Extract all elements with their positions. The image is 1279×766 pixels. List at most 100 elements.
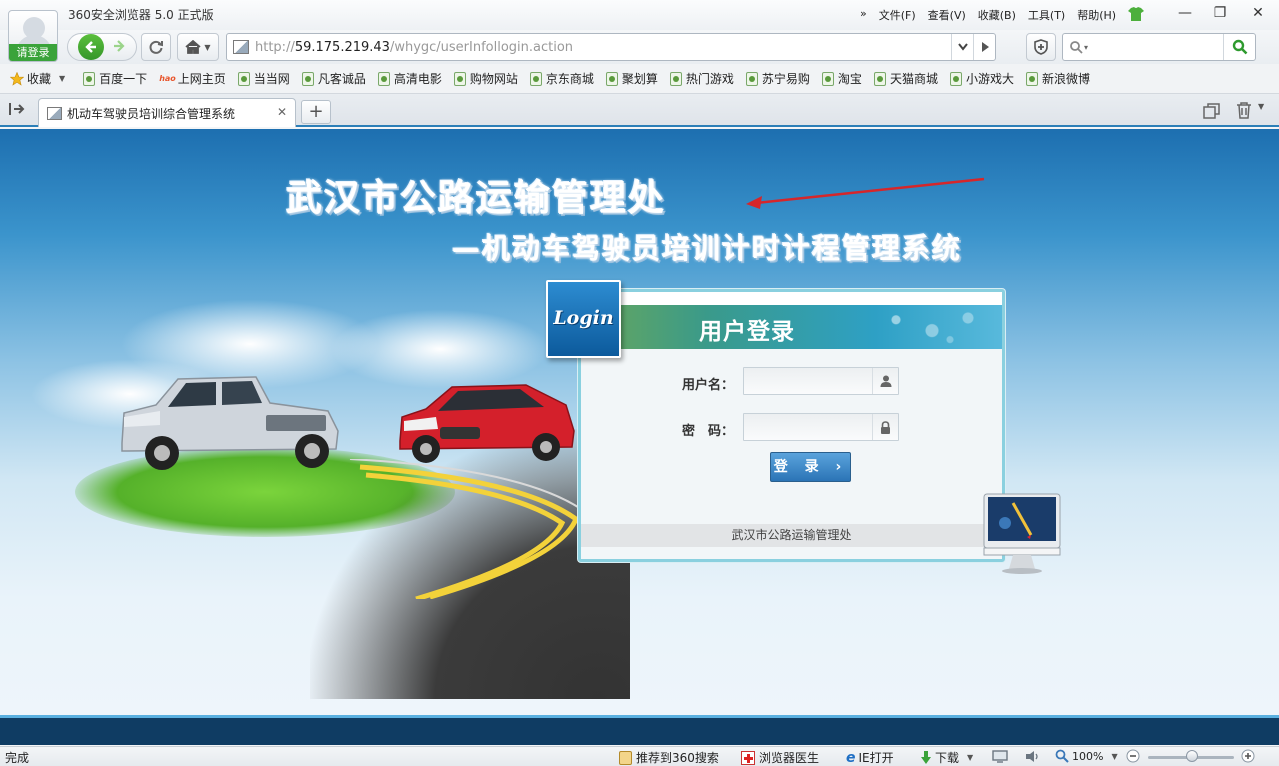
bookmark-item[interactable]: 天猫商城 bbox=[873, 70, 938, 87]
navigation-bar: ▼ http:// 59.175.219.43 /whygc/userInfol… bbox=[0, 30, 1279, 64]
page-subheadline: —机动车驾驶员培训计时计程管理系统 bbox=[452, 232, 963, 265]
menu-file[interactable]: 文件(F) bbox=[879, 7, 916, 24]
zoom-in-icon[interactable] bbox=[1241, 749, 1255, 763]
download-arrow-icon bbox=[921, 750, 931, 764]
page-favicon-icon bbox=[47, 106, 62, 120]
tab-close-icon[interactable]: ✕ bbox=[277, 105, 287, 119]
bookmark-item[interactable]: 当当网 bbox=[237, 70, 290, 87]
menu-favorites[interactable]: 收藏(B) bbox=[978, 7, 1016, 24]
close-button[interactable]: ✕ bbox=[1243, 2, 1273, 24]
login-badge: Login bbox=[546, 280, 621, 358]
address-dropdown-icon[interactable] bbox=[951, 34, 973, 60]
login-label[interactable]: 请登录 bbox=[9, 44, 57, 61]
status-bar: 完成 推荐到360搜索 浏览器医生 e IE打开 下载 ▼ 100% ▼ bbox=[0, 746, 1279, 766]
address-bar[interactable]: http:// 59.175.219.43 /whygc/userInfollo… bbox=[226, 33, 996, 61]
recommend-360-search[interactable]: 推荐到360搜索 bbox=[619, 749, 719, 766]
login-panel: Login 用户登录 用户名： 密 码： 登 录 › 武汉市公路运输管理处 bbox=[546, 280, 1005, 562]
home-icon bbox=[185, 40, 202, 54]
bookmark-page-icon bbox=[821, 71, 834, 86]
username-input[interactable] bbox=[747, 371, 871, 391]
page-favicon-icon bbox=[233, 40, 249, 54]
speaker-icon[interactable] bbox=[1025, 750, 1041, 763]
page-headline: 武汉市公路运输管理处 bbox=[286, 178, 667, 219]
menu-tools[interactable]: 工具(T) bbox=[1028, 7, 1065, 24]
forward-button[interactable] bbox=[112, 39, 126, 56]
zoom-out-icon[interactable] bbox=[1126, 749, 1140, 763]
username-field bbox=[743, 367, 899, 395]
browser-doctor[interactable]: 浏览器医生 bbox=[741, 749, 819, 766]
bookmark-item[interactable]: 京东商城 bbox=[529, 70, 594, 87]
first-aid-icon bbox=[741, 750, 755, 765]
ie-open-button[interactable]: e IE打开 bbox=[846, 749, 894, 766]
tab-bar: 机动车驾驶员培训综合管理系统 ✕ + ▼ bbox=[0, 94, 1279, 127]
bookmark-page-icon bbox=[301, 71, 314, 86]
bookmark-item[interactable]: 小游戏大 bbox=[949, 70, 1014, 87]
star-icon bbox=[10, 71, 24, 86]
menu-more-icon[interactable]: » bbox=[860, 7, 867, 24]
bookmark-item[interactable]: 百度一下 bbox=[83, 70, 147, 87]
bookmark-page-icon bbox=[745, 71, 758, 86]
bookmark-item[interactable]: 高清电影 bbox=[377, 70, 442, 87]
tab-active[interactable]: 机动车驾驶员培训综合管理系统 ✕ bbox=[38, 98, 296, 127]
bubbles-decoration bbox=[872, 309, 992, 345]
red-arrow-annotation bbox=[746, 177, 985, 209]
app-title: 360安全浏览器 5.0 正式版 bbox=[68, 8, 214, 22]
skin-shirt-icon[interactable] bbox=[1128, 7, 1145, 24]
bookmark-page-icon bbox=[605, 71, 618, 86]
password-label: 密 码： bbox=[682, 424, 735, 439]
menu-view[interactable]: 查看(V) bbox=[928, 7, 966, 24]
page-content: 武汉市公路运输管理处 —机动车驾驶员培训计时计程管理系统 Login 用户登录 … bbox=[0, 129, 1279, 715]
restore-button[interactable]: ❐ bbox=[1205, 2, 1235, 24]
sidebar-toggle-icon[interactable] bbox=[9, 102, 25, 119]
chevron-down-icon: ▼ bbox=[1111, 751, 1118, 761]
cloud-decoration bbox=[330, 309, 550, 389]
bookmark-item[interactable]: 聚划算 bbox=[605, 70, 658, 87]
refresh-button[interactable] bbox=[141, 33, 171, 61]
search-input[interactable] bbox=[1093, 37, 1219, 57]
back-button[interactable] bbox=[78, 34, 104, 60]
silver-pickup-truck-image bbox=[121, 376, 339, 470]
road-lines-decoration bbox=[349, 459, 589, 599]
bookmark-item[interactable]: 凡客诚品 bbox=[301, 70, 366, 87]
bookmark-item[interactable]: 热门游戏 bbox=[669, 70, 734, 87]
bookmark-page-icon bbox=[529, 71, 542, 86]
red-sedan-image bbox=[399, 384, 575, 463]
login-submit-button[interactable]: 登 录 › bbox=[770, 452, 851, 482]
zoom-slider-handle[interactable] bbox=[1186, 750, 1198, 762]
password-input[interactable] bbox=[747, 417, 871, 437]
search-icon bbox=[1232, 39, 1247, 55]
go-arrow-icon[interactable] bbox=[973, 34, 995, 60]
home-button[interactable]: ▼ bbox=[177, 33, 219, 61]
browser-window: 360安全浏览器 5.0 正式版 » 文件(F) 查看(V) 收藏(B) 工具(… bbox=[0, 0, 1279, 766]
url-path: /whygc/userInfollogin.action bbox=[389, 39, 574, 55]
login-badge-text: Login bbox=[553, 307, 614, 329]
bookmark-item[interactable]: 苏宁易购 bbox=[745, 70, 810, 87]
username-label: 用户名： bbox=[682, 378, 735, 393]
user-avatar[interactable]: 请登录 bbox=[8, 10, 58, 62]
bookmarks-bar: 收藏 ▼ 百度一下 hao 上网主页 当当网 凡客诚品 高清电影 购物网站 京东商… bbox=[0, 64, 1279, 94]
minimize-button[interactable]: — bbox=[1170, 2, 1200, 24]
zoom-control[interactable]: 100% ▼ bbox=[1055, 749, 1118, 763]
bookmark-item[interactable]: 新浪微博 bbox=[1025, 70, 1090, 87]
bookmark-item[interactable]: 淘宝 bbox=[821, 70, 862, 87]
bookmark-page-icon bbox=[949, 71, 962, 86]
bookmark-item[interactable]: hao 上网主页 bbox=[159, 70, 226, 87]
trash-icon[interactable]: ▼ bbox=[1236, 102, 1264, 122]
refresh-icon bbox=[149, 40, 163, 54]
download-button[interactable]: 下载 ▼ bbox=[920, 749, 973, 766]
back-forward-group bbox=[67, 33, 137, 61]
security-shield-button[interactable] bbox=[1026, 33, 1056, 61]
password-field bbox=[743, 413, 899, 441]
status-text: 完成 bbox=[5, 751, 30, 765]
login-title: 用户登录 bbox=[699, 319, 795, 345]
new-tab-button[interactable]: + bbox=[301, 100, 331, 124]
favorites-menu[interactable]: 收藏 ▼ bbox=[10, 70, 65, 87]
shield-icon bbox=[1034, 39, 1048, 55]
screen-icon[interactable] bbox=[992, 750, 1008, 763]
search-engine-icon[interactable]: ▾ bbox=[1069, 40, 1088, 54]
tab-title: 机动车驾驶员培训综合管理系统 bbox=[67, 106, 236, 121]
menu-help[interactable]: 帮助(H) bbox=[1077, 7, 1116, 24]
restore-closed-tab-icon[interactable] bbox=[1203, 103, 1221, 122]
bookmark-item[interactable]: 购物网站 bbox=[453, 70, 518, 87]
search-button[interactable] bbox=[1223, 34, 1255, 60]
